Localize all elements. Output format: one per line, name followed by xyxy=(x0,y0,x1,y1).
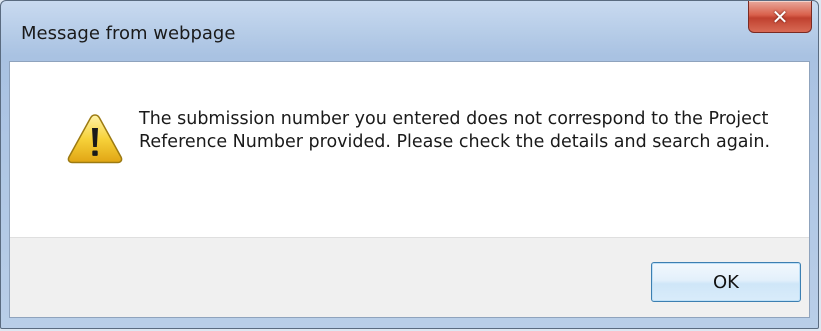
title-bar[interactable]: Message from webpage ✕ xyxy=(1,1,818,61)
message-area: The submission number you entered does n… xyxy=(10,62,809,237)
dialog-body: The submission number you entered does n… xyxy=(9,61,810,318)
ok-button[interactable]: OK xyxy=(651,262,801,302)
dialog-window: Message from webpage ✕ The submission nu… xyxy=(0,0,819,329)
message-text: The submission number you entered does n… xyxy=(139,109,771,152)
close-button[interactable]: ✕ xyxy=(748,1,812,33)
button-bar: OK xyxy=(10,237,809,317)
close-icon: ✕ xyxy=(771,4,789,29)
warning-icon xyxy=(67,114,123,164)
dialog-title: Message from webpage xyxy=(21,23,236,44)
